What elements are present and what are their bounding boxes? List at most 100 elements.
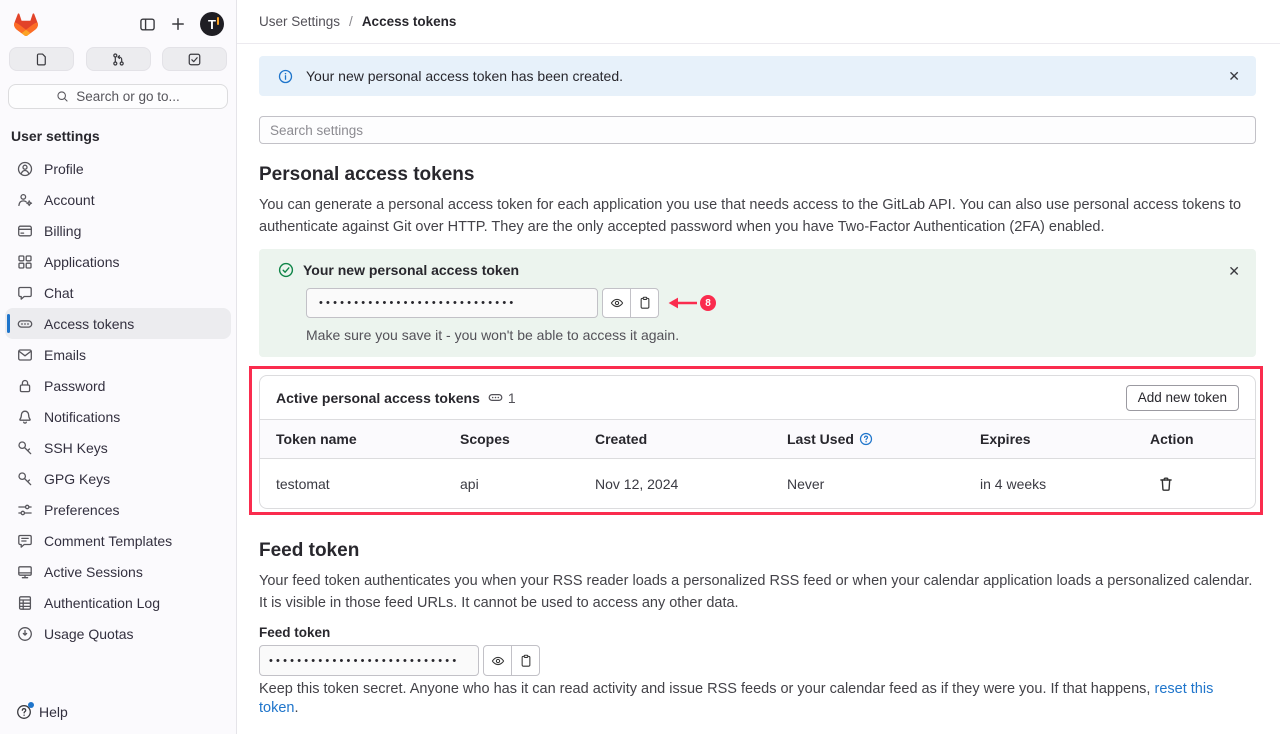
cell-token-name: testomat: [276, 476, 460, 492]
copy-feed-token-button[interactable]: [511, 645, 540, 676]
reveal-token-button[interactable]: [602, 288, 631, 318]
trash-icon: [1158, 476, 1174, 492]
sidebar-item-billing[interactable]: Billing: [5, 215, 231, 246]
help-icon: [16, 704, 32, 720]
info-alert-close-button[interactable]: ✕: [1228, 68, 1240, 85]
issues-shortcut-button[interactable]: [9, 47, 74, 71]
col-action: Action: [1150, 431, 1239, 447]
sidebar-item-label: Usage Quotas: [44, 626, 134, 642]
breadcrumb: User Settings / Access tokens: [237, 0, 1280, 44]
sidebar-item-label: GPG Keys: [44, 471, 110, 487]
user-avatar[interactable]: T: [200, 12, 224, 36]
sidebar-item-label: Password: [44, 378, 105, 394]
sidebar-item-gpg-keys[interactable]: GPG Keys: [5, 463, 231, 494]
credit-card-icon: [17, 223, 33, 239]
log-icon: [17, 595, 33, 611]
col-created: Created: [595, 431, 787, 447]
tokens-table-header: Token name Scopes Created Last Used Expi…: [260, 419, 1255, 459]
annotation-arrow: [666, 295, 698, 311]
sidebar-item-applications[interactable]: Applications: [5, 246, 231, 277]
sidebar-nav: Profile Account Billing Applications Cha…: [0, 153, 236, 649]
feed-token-label: Feed token: [259, 624, 1256, 641]
success-alert-note: Make sure you save it - you won't be abl…: [306, 326, 1240, 345]
create-new-button[interactable]: [170, 16, 186, 32]
avatar-initial: T: [208, 17, 216, 32]
bell-icon: [17, 409, 33, 425]
lock-icon: [17, 378, 33, 394]
page-title: Personal access tokens: [259, 162, 1256, 188]
add-new-token-button[interactable]: Add new token: [1126, 385, 1239, 411]
merge-request-icon: [111, 52, 126, 67]
new-token-field[interactable]: ••••••••••••••••••••••••••••: [306, 288, 598, 318]
main-content: User Settings / Access tokens Your new p…: [237, 0, 1280, 734]
gauge-icon: [17, 626, 33, 642]
sidebar-item-active-sessions[interactable]: Active Sessions: [5, 556, 231, 587]
help-button[interactable]: Help: [0, 704, 236, 734]
sidebar-item-label: Preferences: [44, 502, 119, 518]
sidebar-item-preferences[interactable]: Preferences: [5, 494, 231, 525]
col-scopes: Scopes: [460, 431, 595, 447]
sidebar-item-label: Notifications: [44, 409, 120, 425]
sidebar-item-label: Emails: [44, 347, 86, 363]
sidebar-toggle-button[interactable]: [139, 16, 156, 33]
global-search-label: Search or go to...: [76, 89, 180, 104]
help-label: Help: [39, 704, 68, 720]
global-search-button[interactable]: Search or go to...: [8, 84, 228, 109]
sidebar-item-label: Authentication Log: [44, 595, 160, 611]
todo-shortcut-button[interactable]: [162, 47, 227, 71]
sidebar-item-label: Access tokens: [44, 316, 134, 332]
notification-dot: [28, 702, 34, 708]
cell-scopes: api: [460, 476, 595, 492]
sidebar-item-usage-quotas[interactable]: Usage Quotas: [5, 618, 231, 649]
sidebar-item-label: SSH Keys: [44, 440, 108, 456]
reveal-feed-token-button[interactable]: [483, 645, 512, 676]
grid-icon: [17, 254, 33, 270]
sidebar-section-title: User settings: [11, 128, 236, 144]
token-count-value: 1: [508, 390, 516, 406]
sidebar-item-account[interactable]: Account: [5, 184, 231, 215]
cell-expires: in 4 weeks: [980, 476, 1150, 492]
plus-icon: [170, 16, 186, 32]
clipboard-icon: [519, 654, 533, 668]
sidebar-item-emails[interactable]: Emails: [5, 339, 231, 370]
sidebar-item-notifications[interactable]: Notifications: [5, 401, 231, 432]
sidebar-item-access-tokens[interactable]: Access tokens: [5, 308, 231, 339]
sidebar-item-label: Billing: [44, 223, 81, 239]
gitlab-logo[interactable]: [14, 13, 38, 36]
col-token-name: Token name: [276, 431, 460, 447]
active-tokens-title: Active personal access tokens: [276, 390, 480, 406]
merge-requests-shortcut-button[interactable]: [86, 47, 151, 71]
col-last-used: Last Used: [787, 431, 980, 447]
token-count: 1: [488, 390, 516, 406]
settings-page: Your new personal access token has been …: [237, 44, 1280, 734]
info-alert-text: Your new personal access token has been …: [306, 68, 623, 84]
sidebar-item-comment-templates[interactable]: Comment Templates: [5, 525, 231, 556]
settings-search-input[interactable]: [259, 116, 1256, 144]
question-circle-icon[interactable]: [859, 432, 873, 446]
clipboard-icon: [638, 296, 652, 310]
todo-check-icon: [187, 52, 202, 67]
sidebar-item-profile[interactable]: Profile: [5, 153, 231, 184]
key-icon: [17, 471, 33, 487]
account-icon: [17, 192, 33, 208]
sidebar-item-chat[interactable]: Chat: [5, 277, 231, 308]
envelope-icon: [17, 347, 33, 363]
revoke-token-button[interactable]: [1158, 476, 1239, 492]
sidebar-item-label: Active Sessions: [44, 564, 143, 580]
sidebar-item-password[interactable]: Password: [5, 370, 231, 401]
sliders-icon: [17, 502, 33, 518]
info-icon: [278, 69, 293, 84]
sidebar-item-authentication-log[interactable]: Authentication Log: [5, 587, 231, 618]
col-expires: Expires: [980, 431, 1150, 447]
search-icon: [56, 90, 69, 103]
eye-icon: [610, 296, 624, 310]
info-alert: Your new personal access token has been …: [259, 56, 1256, 96]
breadcrumb-user-settings[interactable]: User Settings: [259, 14, 340, 29]
copy-token-button[interactable]: [630, 288, 659, 318]
sidebar-toggle-icon: [139, 16, 156, 33]
active-indicator: [7, 314, 10, 333]
feed-token-field[interactable]: •••••••••••••••••••••••••••: [259, 645, 479, 676]
sidebar-item-ssh-keys[interactable]: SSH Keys: [5, 432, 231, 463]
success-alert-close-button[interactable]: ✕: [1228, 263, 1240, 280]
feed-token-description: Your feed token authenticates you when y…: [259, 571, 1256, 614]
